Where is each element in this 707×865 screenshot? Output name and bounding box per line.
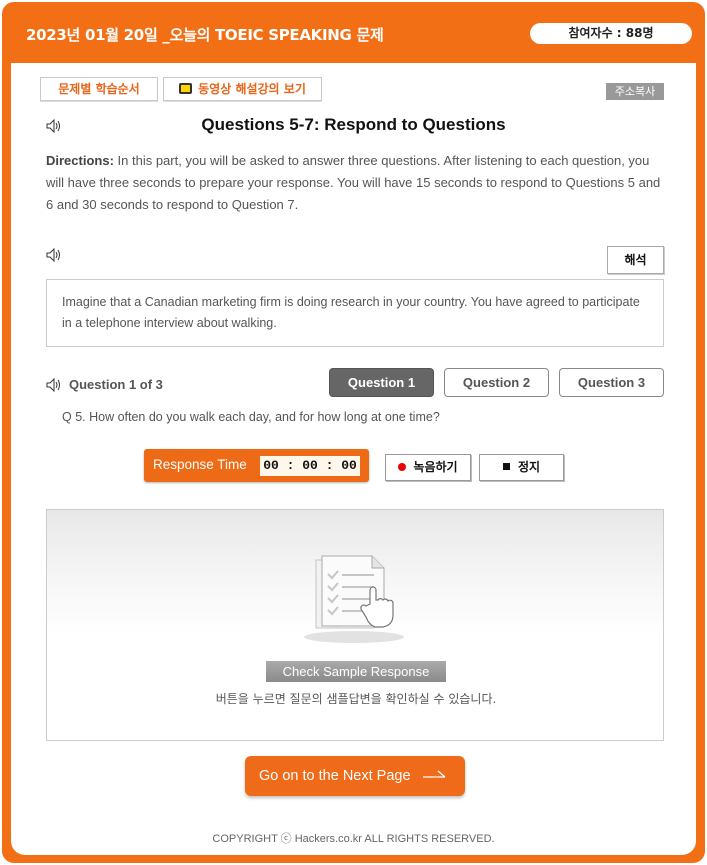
next-page-label: Go on to the Next Page [259,768,411,784]
speaker-icon[interactable] [46,248,62,262]
directions-label: Directions: [46,153,114,168]
scenario-text: Imagine that a Canadian marketing firm i… [46,279,664,347]
section-title: Questions 5-7: Respond to Questions [201,115,506,134]
directions-body: In this part, you will be asked to answe… [46,153,661,212]
record-label: 녹음하기 [413,460,458,474]
speaker-icon[interactable] [46,378,62,392]
stop-label: 정지 [517,460,541,474]
tab-question-1[interactable]: Question 1 [329,368,434,397]
response-time-box: Response Time 00 : 00 : 00 [144,449,369,482]
response-timer: 00 : 00 : 00 [260,456,360,476]
copyright-footer: COPYRIGHT ⓒ Hackers.co.kr ALL RIGHTS RES… [212,833,495,845]
sample-description: 버튼을 누르면 질문의 샘플답변을 확인하실 수 있습니다. [215,692,497,706]
page-header-title: 2023년 01월 20일 _오늘의 TOEIC SPEAKING 문제 [26,26,384,44]
tab-question-3[interactable]: Question 3 [559,368,664,397]
tv-icon [179,83,193,94]
document-hand-icon [304,555,404,643]
stop-button[interactable]: 정지 [479,454,564,481]
stop-square-icon [502,463,510,470]
translate-button[interactable]: 해석 [607,246,664,274]
response-time-label: Response Time [153,457,247,472]
question-counter: Question 1 of 3 [69,377,163,392]
study-order-button[interactable]: 문제별 학습순서 [40,77,158,101]
copy-address-button[interactable]: 주소복사 [606,83,664,100]
tab-question-2[interactable]: Question 2 [444,368,549,397]
check-sample-response-button[interactable]: Check Sample Response [266,661,446,682]
video-lecture-label: 동영상 해설강의 보기 [198,82,306,96]
record-dot-icon [398,463,407,471]
next-page-button[interactable]: Go on to the Next Page [245,756,465,796]
question-text: Q 5. How often do you walk each day, and… [62,410,440,424]
sample-response-panel: Check Sample Response 버튼을 누르면 질문의 샘플답변을 … [46,509,664,741]
arrow-right-icon [423,770,446,778]
record-button[interactable]: 녹음하기 [385,454,471,481]
video-lecture-button[interactable]: 동영상 해설강의 보기 [163,77,322,101]
participant-count-badge: 참여자수 : 88명 [530,23,692,44]
directions-text: Directions: In this part, you will be as… [46,150,668,216]
